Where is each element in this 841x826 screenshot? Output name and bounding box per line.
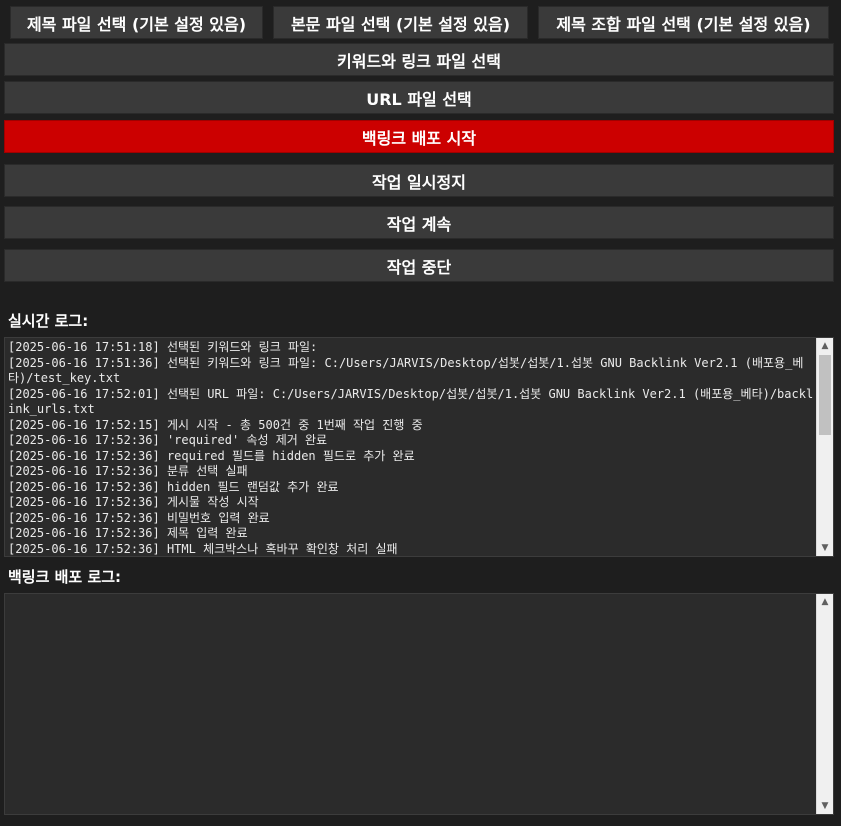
realtime-log-label: 실시간 로그: (8, 312, 89, 330)
scroll-up-arrow-icon[interactable]: ▲ (817, 594, 833, 610)
log-line: [2025-06-16 17:52:36] hidden 필드 랜덤값 추가 완… (8, 479, 339, 494)
deploy-log-scrollbar[interactable]: ▲ ▼ (816, 594, 833, 814)
stop-button[interactable]: 작업 중단 (4, 249, 834, 282)
log-line: [2025-06-16 17:52:01] 선택된 URL 파일: C:/Use… (8, 386, 814, 417)
realtime-log-textarea[interactable]: [2025-06-16 17:51:18] 선택된 키워드와 링크 파일: [20… (4, 337, 834, 557)
deploy-log-textarea[interactable]: ▲ ▼ (4, 593, 834, 815)
start-backlink-button[interactable]: 백링크 배포 시작 (4, 120, 834, 153)
scrollbar-thumb[interactable] (819, 355, 831, 435)
log-line: [2025-06-16 17:52:36] 'required' 속성 제거 완… (8, 433, 328, 447)
deploy-log-content (8, 596, 815, 814)
select-title-file-button[interactable]: 제목 파일 선택 (기본 설정 있음) (10, 6, 263, 39)
realtime-log-content: [2025-06-16 17:51:18] 선택된 키워드와 링크 파일: [20… (8, 340, 815, 556)
scroll-down-arrow-icon[interactable]: ▼ (817, 540, 833, 556)
select-title-combo-file-button[interactable]: 제목 조합 파일 선택 (기본 설정 있음) (538, 6, 829, 39)
resume-button[interactable]: 작업 계속 (4, 206, 834, 239)
scroll-down-arrow-icon[interactable]: ▼ (817, 798, 833, 814)
log-line: [2025-06-16 17:51:18] 선택된 키워드와 링크 파일: (8, 340, 318, 354)
scroll-up-arrow-icon[interactable]: ▲ (817, 338, 833, 354)
realtime-log-scrollbar[interactable]: ▲ ▼ (816, 338, 833, 556)
app-window: 제목 파일 선택 (기본 설정 있음) 본문 파일 선택 (기본 설정 있음) … (0, 0, 841, 826)
log-line: [2025-06-16 17:51:36] 선택된 키워드와 링크 파일: C:… (8, 355, 804, 386)
select-url-file-button[interactable]: URL 파일 선택 (4, 81, 834, 114)
select-body-file-button[interactable]: 본문 파일 선택 (기본 설정 있음) (273, 6, 528, 39)
log-line: [2025-06-16 17:52:36] 비밀번호 입력 완료 (8, 510, 270, 525)
log-line: [2025-06-16 17:52:15] 게시 시작 - 총 500건 중 1… (8, 417, 423, 432)
log-line: [2025-06-16 17:52:36] required 필드를 hidde… (8, 448, 415, 463)
log-line: [2025-06-16 17:52:36] 분류 선택 실패 (8, 464, 248, 478)
select-keyword-link-file-button[interactable]: 키워드와 링크 파일 선택 (4, 43, 834, 76)
pause-button[interactable]: 작업 일시정지 (4, 164, 834, 197)
deploy-log-label: 백링크 배포 로그: (8, 568, 122, 586)
log-line: [2025-06-16 17:52:36] 제목 입력 완료 (8, 526, 248, 540)
log-line: [2025-06-16 17:52:36] 게시물 작성 시작 (8, 495, 259, 509)
log-line: [2025-06-16 17:52:36] HTML 체크박스나 혹바꾸 확인창… (8, 541, 398, 556)
